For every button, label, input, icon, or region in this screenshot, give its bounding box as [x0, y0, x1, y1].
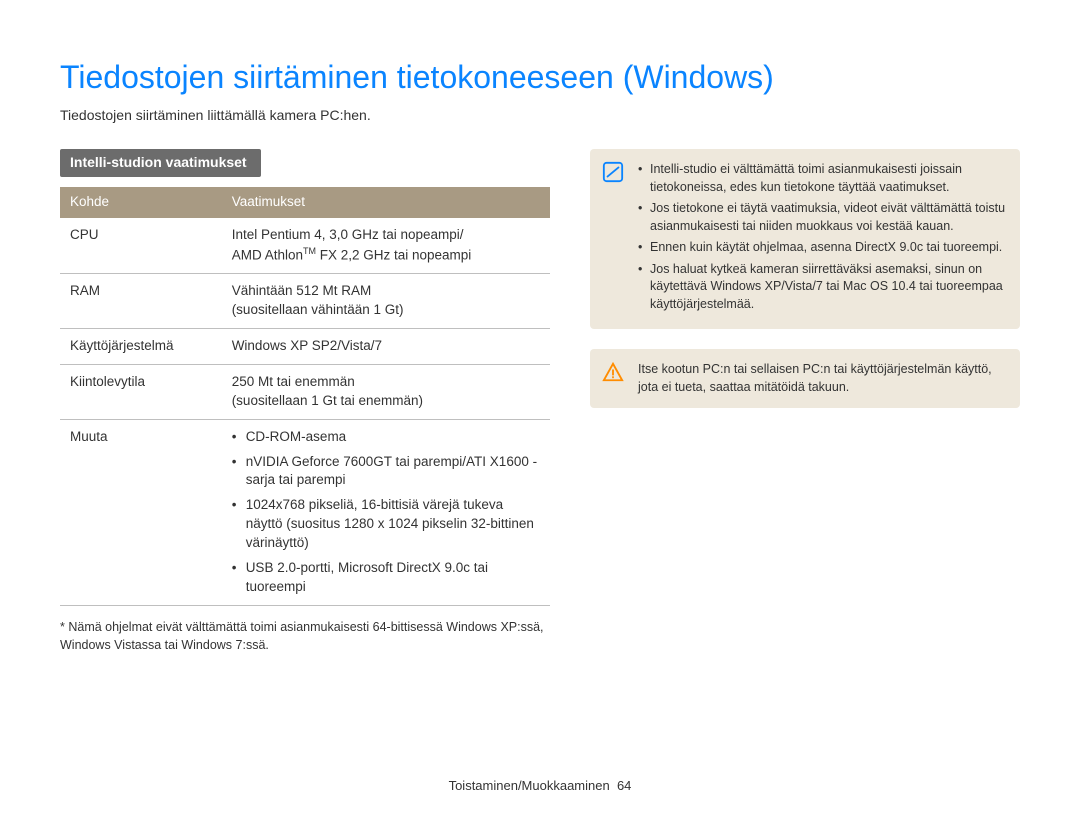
list-item: Jos tietokone ei täytä vaatimuksia, vide…	[638, 200, 1006, 235]
cell-value: 250 Mt tai enemmän(suositellaan 1 Gt tai…	[222, 364, 550, 419]
footnote: * Nämä ohjelmat eivät välttämättä toimi …	[60, 618, 550, 654]
table-row: Muuta CD-ROM-asema nVIDIA Geforce 7600GT…	[60, 419, 550, 605]
list-item: USB 2.0-portti, Microsoft DirectX 9.0c t…	[232, 559, 540, 597]
cell-value: CD-ROM-asema nVIDIA Geforce 7600GT tai p…	[222, 419, 550, 605]
info-icon	[602, 161, 624, 183]
cell-value: Windows XP SP2/Vista/7	[222, 328, 550, 364]
page-footer: Toistaminen/Muokkaaminen 64	[0, 777, 1080, 795]
cell-value: Intel Pentium 4, 3,0 GHz tai nopeampi/AM…	[222, 218, 550, 274]
footer-section: Toistaminen/Muokkaaminen	[449, 778, 610, 793]
cell-label: RAM	[60, 274, 222, 329]
table-row: Käyttöjärjestelmä Windows XP SP2/Vista/7	[60, 328, 550, 364]
requirements-table: Kohde Vaatimukset CPU Intel Pentium 4, 3…	[60, 187, 550, 606]
cell-label: Muuta	[60, 419, 222, 605]
list-item: Intelli-studio ei välttämättä toimi asia…	[638, 161, 1006, 196]
table-row: RAM Vähintään 512 Mt RAM(suositellaan vä…	[60, 274, 550, 329]
list-item: Ennen kuin käytät ohjelmaa, asenna Direc…	[638, 239, 1006, 257]
cell-label: Käyttöjärjestelmä	[60, 328, 222, 364]
warning-text: Itse kootun PC:n tai sellaisen PC:n tai …	[638, 362, 992, 394]
section-heading: Intelli-studion vaatimukset	[60, 149, 261, 177]
table-row: CPU Intel Pentium 4, 3,0 GHz tai nopeamp…	[60, 218, 550, 274]
list-item: Jos haluat kytkeä kameran siirrettäväksi…	[638, 261, 1006, 314]
warning-icon	[602, 361, 624, 383]
list-item: 1024x768 pikseliä, 16-bittisiä värejä tu…	[232, 496, 540, 553]
table-header-kohde: Kohde	[60, 187, 222, 218]
table-row: Kiintolevytila 250 Mt tai enemmän(suosit…	[60, 364, 550, 419]
cell-value: Vähintään 512 Mt RAM(suositellaan vähint…	[222, 274, 550, 329]
list-item: nVIDIA Geforce 7600GT tai parempi/ATI X1…	[232, 453, 540, 491]
cell-label: Kiintolevytila	[60, 364, 222, 419]
info-note-box: Intelli-studio ei välttämättä toimi asia…	[590, 149, 1020, 329]
page-title: Tiedostojen siirtäminen tietokoneeseen (…	[60, 55, 1020, 100]
list-item: CD-ROM-asema	[232, 428, 540, 447]
page-intro: Tiedostojen siirtäminen liittämällä kame…	[60, 106, 1020, 126]
footer-page: 64	[617, 778, 631, 793]
cell-label: CPU	[60, 218, 222, 274]
warning-note-box: Itse kootun PC:n tai sellaisen PC:n tai …	[590, 349, 1020, 408]
table-header-vaatimukset: Vaatimukset	[222, 187, 550, 218]
